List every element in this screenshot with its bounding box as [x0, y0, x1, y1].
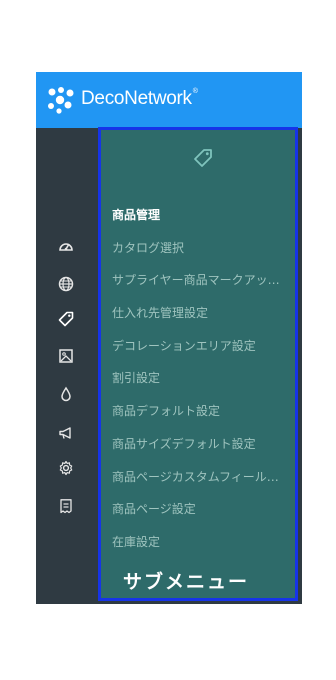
submenu-item-size-defaults[interactable]: 商品サイズデフォルト設定 [112, 435, 292, 468]
receipt-icon [60, 499, 72, 514]
sidebar-rail [36, 128, 96, 604]
submenu-panel: 商品管理 カタログ選択 サプライヤー商品マークアッ… 仕入れ先管理設定 デコレー… [98, 127, 298, 601]
rail-item-decoration[interactable] [36, 379, 96, 409]
rail-item-orders[interactable] [36, 491, 96, 521]
submenu-annotation-label: サブメニュー [123, 571, 250, 593]
submenu-item-product-page[interactable]: 商品ページ設定 [112, 500, 292, 533]
image-icon [59, 349, 73, 363]
submenu-list: 商品管理 カタログ選択 サプライヤー商品マークアッ… 仕入れ先管理設定 デコレー… [112, 206, 292, 566]
logo-icon[interactable] [46, 86, 76, 114]
rail-item-dashboard[interactable] [36, 231, 96, 261]
submenu-item-product-defaults[interactable]: 商品デフォルト設定 [112, 402, 292, 435]
rail-item-settings[interactable] [36, 453, 96, 483]
submenu-item-product-management[interactable]: 商品管理 [112, 206, 292, 239]
top-bar: DecoNetwork® [36, 72, 302, 128]
submenu-item-catalog-selection[interactable]: カタログ選択 [112, 239, 292, 272]
drop-icon [61, 386, 71, 402]
dashboard-gauge-icon [59, 243, 73, 251]
submenu-item-supplier-settings[interactable]: 仕入れ先管理設定 [112, 304, 292, 337]
tag-icon [58, 311, 74, 327]
gear-icon [59, 460, 73, 476]
submenu-item-decoration-area[interactable]: デコレーションエリア設定 [112, 337, 292, 370]
brand-text: DecoNetwork [81, 88, 192, 109]
rail-item-website[interactable] [36, 269, 96, 299]
rail-item-products[interactable] [36, 304, 96, 334]
submenu-item-custom-fields[interactable]: 商品ページカスタムフィール… [112, 468, 292, 501]
rail-item-media[interactable] [36, 341, 96, 371]
trademark: ® [192, 88, 198, 95]
globe-icon [58, 276, 74, 292]
tag-icon [194, 149, 212, 167]
brand-name[interactable]: DecoNetwork® [81, 88, 198, 110]
submenu-item-supplier-markup[interactable]: サプライヤー商品マークアッ… [112, 271, 292, 304]
rail-item-marketing[interactable] [36, 418, 96, 448]
megaphone-icon [59, 427, 71, 439]
submenu-item-discount[interactable]: 割引設定 [112, 369, 292, 402]
submenu-item-inventory[interactable]: 在庫設定 [112, 533, 292, 566]
